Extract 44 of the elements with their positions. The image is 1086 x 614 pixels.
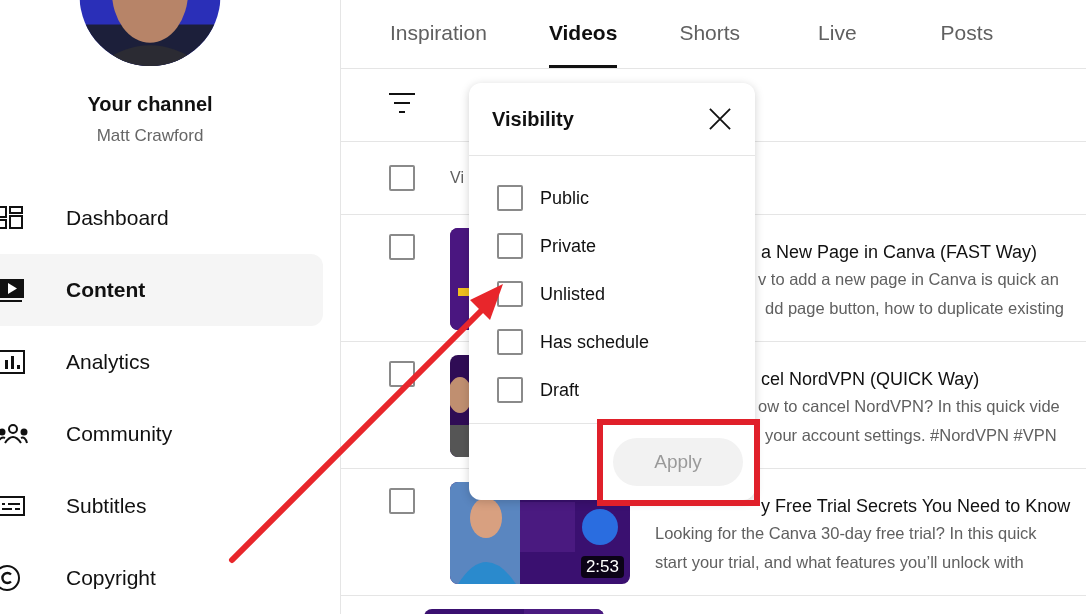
- video-description: Looking for the Canva 30-day free trial? In this quick: [655, 523, 1038, 544]
- analytics-icon: [0, 349, 26, 375]
- tab[interactable]: Inspiration: [390, 0, 487, 68]
- sidebar-item[interactable]: Subtitles: [0, 470, 323, 542]
- dashboard-icon: [0, 205, 26, 231]
- video-title[interactable]: a New Page in Canva (FAST Way): [761, 239, 1065, 265]
- close-icon[interactable]: [709, 108, 731, 130]
- subtitles-icon: [0, 493, 26, 519]
- channel-name: Matt Crawford: [96, 126, 204, 146]
- duration-badge: 2:53: [580, 556, 624, 578]
- video-description: dd page button, how to duplicate existing: [765, 298, 1065, 319]
- sidebar-item[interactable]: Content: [0, 254, 323, 326]
- checkbox[interactable]: [389, 234, 415, 260]
- option-label: Public: [540, 187, 590, 209]
- video-description: ow to cancel NordVPN? In this quick vide: [758, 396, 1060, 417]
- content-icon: [0, 277, 26, 303]
- popup-title: Visibility: [492, 107, 574, 131]
- video-description: v to add a new page in Canva is quick an: [758, 269, 1060, 290]
- sidebar-item[interactable]: Community: [0, 398, 323, 470]
- checkbox[interactable]: [497, 377, 523, 403]
- checkbox[interactable]: [389, 488, 415, 514]
- sidebar-item[interactable]: Analytics: [0, 326, 323, 398]
- checkbox[interactable]: [389, 361, 415, 387]
- video-title[interactable]: cel NordVPN (QUICK Way): [761, 366, 1060, 392]
- option-label: Draft: [540, 379, 579, 401]
- checkbox[interactable]: [497, 329, 523, 355]
- option-label: Private: [540, 235, 597, 257]
- filter-icon[interactable]: [389, 92, 415, 114]
- tab[interactable]: Shorts: [679, 0, 741, 68]
- checkbox[interactable]: [497, 185, 523, 211]
- video-description: your account settings. #NordVPN #VPN: [765, 425, 1058, 446]
- video-title[interactable]: y Free Trial Secrets You Need to Know: [761, 493, 1071, 519]
- tab[interactable]: Videos: [548, 0, 618, 68]
- sidebar-item[interactable]: Dashboard: [0, 182, 323, 254]
- checkbox[interactable]: [497, 233, 523, 259]
- sidebar-item[interactable]: Copyright: [0, 542, 323, 614]
- option-label: Unlisted: [540, 283, 606, 305]
- channel-title: Your channel: [87, 93, 213, 116]
- checkbox[interactable]: [389, 165, 415, 191]
- column-header: Vi: [450, 169, 464, 187]
- tab[interactable]: Posts: [940, 0, 994, 68]
- option-label: Has schedule: [540, 331, 650, 353]
- tab[interactable]: Live: [818, 0, 857, 68]
- video-description: start your trial, and what features you’ll unlock with: [655, 552, 1025, 573]
